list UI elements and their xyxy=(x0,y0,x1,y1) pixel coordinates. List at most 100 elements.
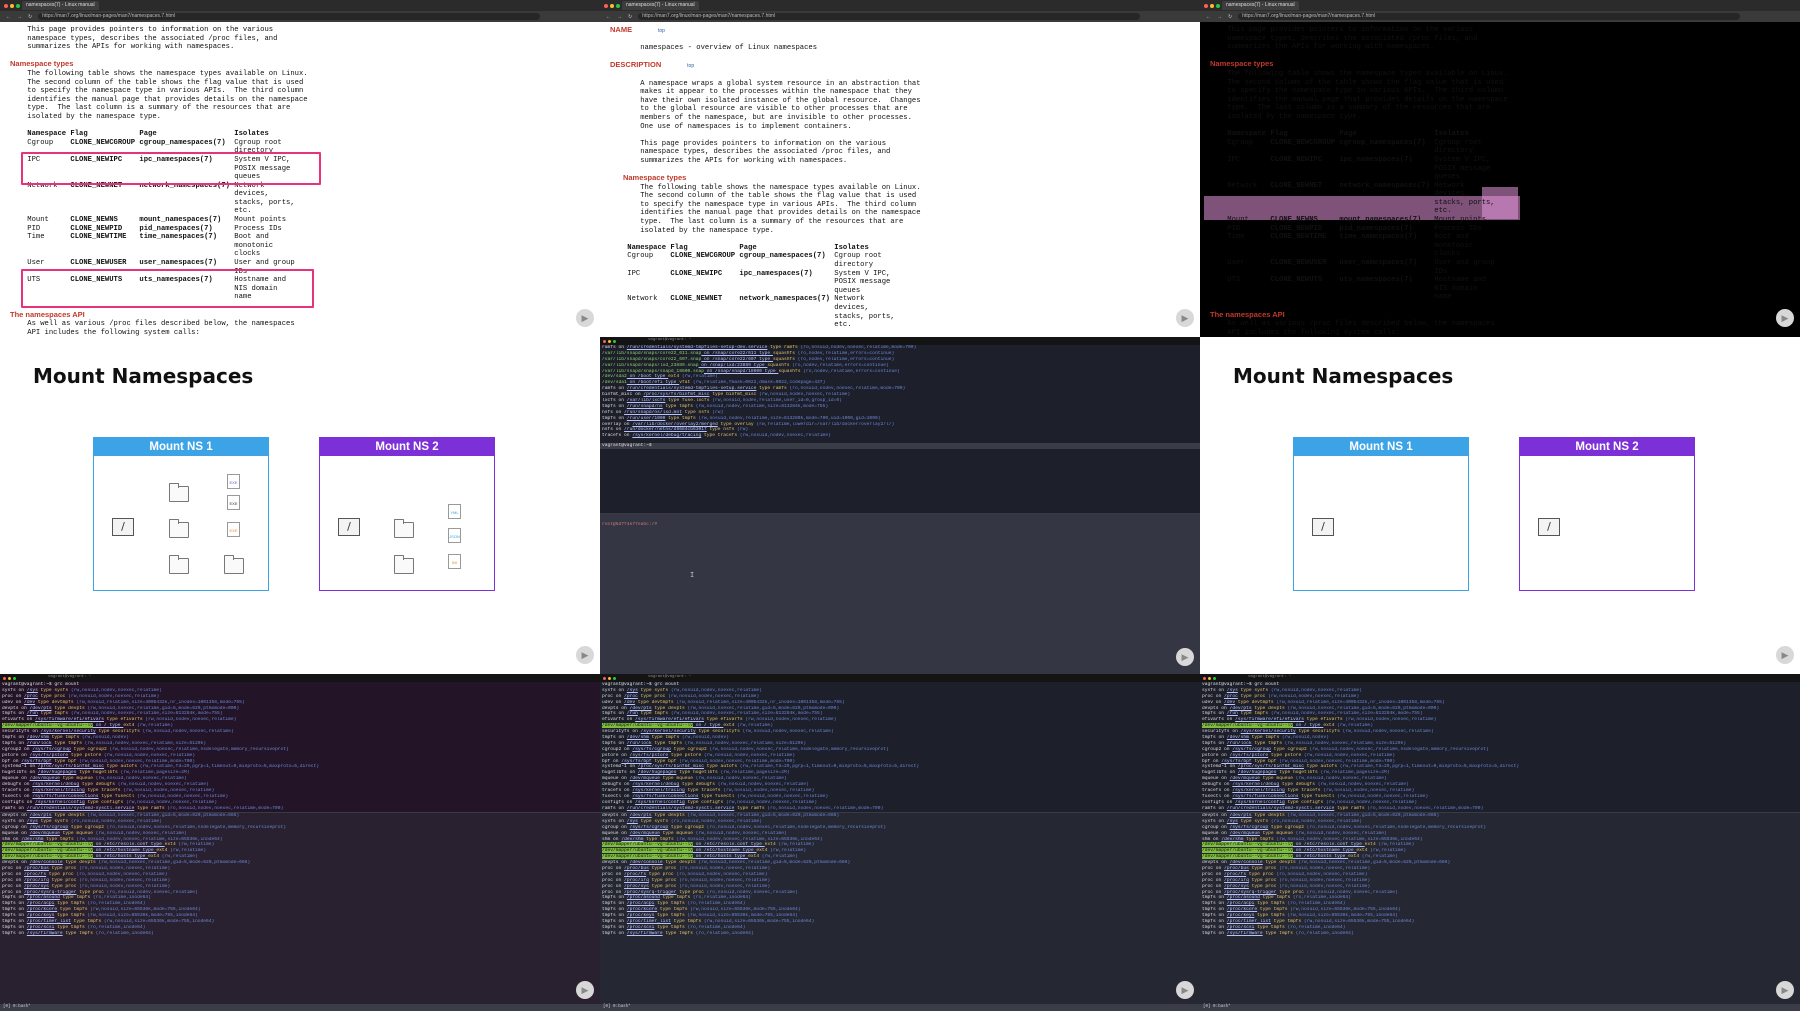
exe-file-icon: EXE xyxy=(227,495,240,510)
text-line: This page provides pointers to informati… xyxy=(10,26,274,34)
close-dot-icon[interactable] xyxy=(604,3,608,8)
container-mount-output: devpts on /dev/pts type devpts (rw,nosui… xyxy=(0,813,600,937)
close-dot-icon[interactable] xyxy=(3,676,6,680)
minimize-dot-icon[interactable] xyxy=(8,676,11,680)
terminal-line: tmpfs on /sys/firmware type tmpfs (ro,re… xyxy=(1202,930,1354,936)
zoom-dot-icon[interactable] xyxy=(1216,3,1220,8)
top-link[interactable]: top xyxy=(687,63,694,69)
table-row: monotonic xyxy=(10,241,274,250)
table-row: User CLONE_NEWUSER user_namespaces(7) Us… xyxy=(10,259,295,268)
terminal-line: tmpfs on /sys/firmware type tmpfs (ro,re… xyxy=(602,930,754,936)
zoom-dot-icon[interactable] xyxy=(16,3,20,8)
minimize-dot-icon[interactable] xyxy=(608,339,611,343)
zoom-dot-icon[interactable] xyxy=(1213,676,1216,680)
table-row: User CLONE_NEWUSER user_namespaces(7) Us… xyxy=(1210,259,1495,268)
terminal-titlebar: vagrant@vagrant: ~ xyxy=(600,674,1200,682)
text-line: The following table shows the namespace … xyxy=(10,69,308,78)
next-slide-button[interactable]: ▶ xyxy=(1776,646,1794,664)
description-heading: DESCRIPTION xyxy=(610,60,662,70)
zoom-dot-icon[interactable] xyxy=(13,676,16,680)
back-arrow-icon[interactable]: ← xyxy=(606,14,611,20)
browser-tab[interactable]: namespaces(7) - Linux manual xyxy=(622,1,699,10)
root-folder-icon: / xyxy=(112,518,134,536)
text-line: namespace types, describes the associate… xyxy=(1210,34,1478,43)
next-slide-button[interactable]: ▶ xyxy=(1176,648,1194,666)
browser-tab[interactable]: namespaces(7) - Linux manual xyxy=(1222,1,1299,10)
forward-arrow-icon[interactable]: → xyxy=(17,14,22,20)
address-input[interactable]: https://man7.org/linux/man-pages/man7/na… xyxy=(38,13,540,20)
root-folder-icon: / xyxy=(1312,518,1334,536)
zoom-dot-icon[interactable] xyxy=(613,676,616,680)
next-slide-button[interactable]: ▶ xyxy=(576,646,594,664)
terminal-line: ramfs on /run/credentials/systemd-sysctl… xyxy=(2,805,284,811)
next-slide-button[interactable]: ▶ xyxy=(576,309,594,327)
text-line: identifies the manual page that provides… xyxy=(1210,95,1508,104)
terminal[interactable]: vagrant@vagrant: ~ vagrant@vagrant:~$ gr… xyxy=(0,674,600,1011)
reload-icon[interactable]: ↻ xyxy=(628,14,632,20)
browser-tab[interactable]: namespaces(7) - Linux manual xyxy=(22,1,99,10)
reload-icon[interactable]: ↻ xyxy=(1228,14,1232,20)
next-slide-button[interactable]: ▶ xyxy=(576,981,594,999)
browser-tabbar: namespaces(7) - Linux manual xyxy=(1200,0,1800,11)
forward-arrow-icon[interactable]: → xyxy=(617,14,622,20)
top-link[interactable]: top xyxy=(658,28,665,34)
reload-icon[interactable]: ↻ xyxy=(28,14,32,20)
text-line: namespace types, describes the associate… xyxy=(610,148,891,157)
slide-panel-2: Mount Namespaces Mount NS 1 / Mount NS 2… xyxy=(1200,337,1800,674)
terminal[interactable]: vagrant@vagrant: ~ vagrant@vagrant:~$ gr… xyxy=(600,674,1200,1011)
back-arrow-icon[interactable]: ← xyxy=(1206,14,1211,20)
next-slide-button[interactable]: ▶ xyxy=(1176,981,1194,999)
text-line: A namespace wraps a global system resour… xyxy=(610,79,921,88)
terminal-titlebar: vagrant@vagrant: ~ xyxy=(600,337,1200,345)
section-heading: Namespace types xyxy=(1210,59,1274,69)
table-row: directory xyxy=(610,261,874,270)
minimize-dot-icon[interactable] xyxy=(608,676,611,680)
table-row: Cgroup CLONE_NEWCGROUP cgroup_namespaces… xyxy=(10,138,282,147)
terminal-lower-pane: devpts on /dev/pts type devpts (rw,nosui… xyxy=(0,812,600,1011)
text-line: have their own isolated instance of the … xyxy=(610,96,921,105)
table-row: Time CLONE_NEWTIME time_namespaces(7) Bo… xyxy=(1210,233,1469,242)
browser-urlbar: ← → ↻ https://man7.org/linux/man-pages/m… xyxy=(600,11,1200,22)
address-input[interactable]: https://man7.org/linux/man-pages/man7/na… xyxy=(1238,13,1740,20)
table-row: Network CLONE_NEWNET network_namespaces(… xyxy=(610,295,865,304)
text-line: One use of namespaces is to implement co… xyxy=(610,122,852,131)
minimize-dot-icon[interactable] xyxy=(1210,3,1214,8)
terminal-title: vagrant@vagrant: ~ xyxy=(1248,675,1292,680)
next-slide-button[interactable]: ▶ xyxy=(1176,309,1194,327)
exe-file-icon: EXE xyxy=(227,522,240,537)
section-heading: The namespaces API xyxy=(10,309,85,319)
section-heading: The namespaces API xyxy=(1210,309,1285,319)
browser-urlbar: ← → ↻ https://man7.org/linux/man-pages/m… xyxy=(1200,11,1800,22)
text-line: As well as various /proc files described… xyxy=(1210,320,1495,329)
section-heading: Namespace types xyxy=(622,173,687,183)
close-dot-icon[interactable] xyxy=(1203,676,1206,680)
table-row: devices, xyxy=(1210,190,1469,199)
table-header: Namespace Flag Page Isolates xyxy=(627,243,869,252)
mount-ns-2-label: Mount NS 2 xyxy=(1520,438,1694,456)
mount-ns-1-box: Mount NS 1 / EXE EXE EXE xyxy=(93,437,269,591)
forward-arrow-icon[interactable]: → xyxy=(1217,14,1222,20)
slide: Mount Namespaces Mount NS 1 / EXE EXE EX… xyxy=(0,337,600,674)
table-row: Mount CLONE_NEWNS mount_namespaces(7) Mo… xyxy=(10,216,287,225)
text-line: API includes the following system calls: xyxy=(1210,328,1400,337)
terminal[interactable]: vagrant@vagrant: ~ vagrant@vagrant:~$ gr… xyxy=(1200,674,1800,1011)
minimize-dot-icon[interactable] xyxy=(1208,676,1211,680)
terminal[interactable]: vagrant@vagrant: ~ ramfs on /run/credent… xyxy=(600,337,1200,674)
zoom-dot-icon[interactable] xyxy=(616,3,620,8)
next-slide-button[interactable]: ▶ xyxy=(1776,309,1794,327)
folder-icon xyxy=(169,519,189,538)
table-row: stacks, ports, xyxy=(1210,198,1495,207)
close-dot-icon[interactable] xyxy=(603,339,606,343)
text-line: type. The last column is a summary of th… xyxy=(610,218,904,227)
close-dot-icon[interactable] xyxy=(1204,3,1208,8)
next-slide-button[interactable]: ▶ xyxy=(1776,981,1794,999)
table-row: queues xyxy=(610,286,861,295)
address-input[interactable]: https://man7.org/linux/man-pages/man7/na… xyxy=(638,13,1140,20)
minimize-dot-icon[interactable] xyxy=(10,3,14,8)
minimize-dot-icon[interactable] xyxy=(610,3,614,8)
close-dot-icon[interactable] xyxy=(4,3,8,8)
zoom-dot-icon[interactable] xyxy=(613,339,616,343)
back-arrow-icon[interactable]: ← xyxy=(6,14,11,20)
close-dot-icon[interactable] xyxy=(603,676,606,680)
ini-file-icon: INI xyxy=(448,554,461,569)
